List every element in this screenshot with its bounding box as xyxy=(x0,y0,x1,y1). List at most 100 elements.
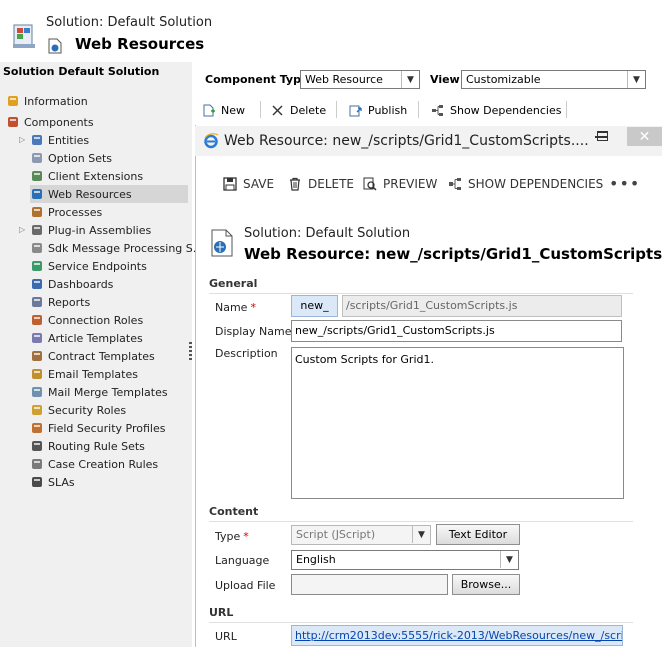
close-button[interactable]: ✕ xyxy=(627,127,662,146)
sidebar-item-option-sets[interactable]: Option Sets xyxy=(30,149,188,167)
name-label-text: Name xyxy=(215,301,248,314)
show-dependencies-button[interactable]: Show Dependencies xyxy=(431,102,561,118)
close-icon: ✕ xyxy=(638,128,651,145)
maximize-button[interactable] xyxy=(597,131,608,141)
sidebar-item-label: Connection Roles xyxy=(48,313,144,327)
sidebar-item-reports[interactable]: Reports xyxy=(30,293,188,311)
web-resource-icon xyxy=(210,228,234,258)
name-field-label: Name * xyxy=(215,301,256,314)
sidebar-item-sdk-message-processing-s[interactable]: Sdk Message Processing S... xyxy=(30,239,203,257)
splitter-handle[interactable] xyxy=(189,342,192,362)
sidebar-item-label: Email Templates xyxy=(48,367,138,381)
information-icon xyxy=(6,94,20,108)
client-extensions-icon xyxy=(30,169,44,183)
connection-roles-icon xyxy=(30,313,44,327)
dependencies-icon xyxy=(431,104,444,117)
sidebar-item-processes[interactable]: Processes xyxy=(30,203,188,221)
sidebar-item-label: Article Templates xyxy=(48,331,143,345)
name-prefix-field[interactable]: new_ xyxy=(291,295,338,317)
name-field: /scripts/Grid1_CustomScripts.js xyxy=(342,295,622,317)
field-security-icon xyxy=(30,421,44,435)
upload-file-field[interactable] xyxy=(291,574,448,595)
web-resource-icon xyxy=(48,38,62,54)
sidebar-item-connection-roles[interactable]: Connection Roles xyxy=(30,311,188,329)
dialog-show-dependencies-button[interactable]: SHOW DEPENDENCIES xyxy=(448,177,603,191)
sidebar-item-label: Entities xyxy=(48,133,90,147)
upload-file-label: Upload File xyxy=(215,579,276,592)
sidebar-item-article-templates[interactable]: Article Templates xyxy=(30,329,188,347)
trash-icon xyxy=(288,177,302,191)
type-select: Script (JScript) ▼ xyxy=(291,525,431,545)
url-section-heading: URL xyxy=(209,606,649,623)
browse-button[interactable]: Browse... xyxy=(452,574,520,595)
sidebar-item-email-templates[interactable]: Email Templates xyxy=(30,365,188,383)
more-commands-button[interactable]: ••• xyxy=(609,174,640,193)
view-label: View xyxy=(430,73,460,86)
url-link[interactable]: http://crm2013dev:5555/rick-2013/WebReso… xyxy=(291,625,623,646)
delete-button[interactable]: Delete xyxy=(271,102,326,118)
sidebar-item-label: SLAs xyxy=(48,475,75,489)
sidebar-item-label: Client Extensions xyxy=(48,169,144,183)
email-templates-icon xyxy=(30,367,44,381)
sidebar-item-web-resources[interactable]: Web Resources xyxy=(30,185,188,203)
type-label-text: Type xyxy=(215,530,241,543)
sidebar-item-dashboards[interactable]: Dashboards xyxy=(30,275,188,293)
mail-merge-icon xyxy=(30,385,44,399)
description-label: Description xyxy=(215,347,278,360)
sidebar-item-mail-merge-templates[interactable]: Mail Merge Templates xyxy=(30,383,188,401)
dialog-title: Web Resource: new_/scripts/Grid1_CustomS… xyxy=(224,133,589,149)
new-document-icon xyxy=(202,104,215,117)
type-value: Script (JScript) xyxy=(296,528,376,541)
sidebar-item-information[interactable]: Information xyxy=(6,92,188,110)
sidebar-item-contract-templates[interactable]: Contract Templates xyxy=(30,347,188,365)
form-subtitle: Solution: Default Solution xyxy=(244,226,411,241)
sidebar-item-routing-rule-sets[interactable]: Routing Rule Sets xyxy=(30,437,188,455)
components-icon xyxy=(6,115,20,129)
chevron-down-icon: ▼ xyxy=(401,71,419,88)
sidebar-item-label: Processes xyxy=(48,205,103,219)
delete-record-label: DELETE xyxy=(308,177,355,191)
sidebar-item-case-creation-rules[interactable]: Case Creation Rules xyxy=(30,455,188,473)
sla-icon xyxy=(30,475,44,489)
general-section-heading: General xyxy=(209,277,649,294)
new-button[interactable]: New xyxy=(202,102,245,118)
sidebar-item-entities[interactable]: Entities xyxy=(30,131,188,149)
sidebar-item-service-endpoints[interactable]: Service Endpoints xyxy=(30,257,188,275)
description-field[interactable]: Custom Scripts for Grid1. xyxy=(291,347,624,499)
view-value: Customizable xyxy=(466,73,541,86)
sidebar-item-client-extensions[interactable]: Client Extensions xyxy=(30,167,188,185)
sidebar-item-label: Case Creation Rules xyxy=(48,457,159,471)
delete-record-button[interactable]: DELETE xyxy=(288,177,354,191)
sidebar-item-components[interactable]: Components xyxy=(6,113,188,131)
reports-icon xyxy=(30,295,44,309)
type-field-label: Type * xyxy=(215,530,249,543)
sidebar-item-label: Security Roles xyxy=(48,403,127,417)
sidebar-item-label: Sdk Message Processing S... xyxy=(48,241,204,255)
sidebar-item-label: Mail Merge Templates xyxy=(48,385,168,399)
sidebar-item-slas[interactable]: SLAs xyxy=(30,473,188,491)
sidebar-item-security-roles[interactable]: Security Roles xyxy=(30,401,188,419)
plugin-assemblies-icon xyxy=(30,223,44,237)
view-select[interactable]: Customizable ▼ xyxy=(461,70,646,89)
chevron-down-icon: ▼ xyxy=(412,526,430,543)
text-editor-button[interactable]: Text Editor xyxy=(436,524,520,545)
dialog-show-dependencies-label: SHOW DEPENDENCIES xyxy=(468,177,604,191)
preview-button[interactable]: PREVIEW xyxy=(363,177,437,191)
sidebar-item-plug-in-assemblies[interactable]: Plug-in Assemblies xyxy=(30,221,188,239)
display-name-field[interactable]: new_/scripts/Grid1_CustomScripts.js xyxy=(291,320,622,342)
sidebar-item-label: Field Security Profiles xyxy=(48,421,166,435)
component-type-select[interactable]: Web Resource ▼ xyxy=(300,70,420,89)
save-button[interactable]: SAVE xyxy=(223,177,274,191)
required-marker: * xyxy=(243,530,249,543)
language-label: Language xyxy=(215,554,270,567)
sidebar-item-field-security-profiles[interactable]: Field Security Profiles xyxy=(30,419,188,437)
dependencies-icon xyxy=(448,177,462,191)
language-select[interactable]: English ▼ xyxy=(291,550,519,570)
web-resources-icon xyxy=(30,187,44,201)
expand-triangle-icon[interactable]: ▷ xyxy=(19,135,25,144)
publish-button[interactable]: Publish xyxy=(349,102,407,118)
dashboards-icon xyxy=(30,277,44,291)
article-templates-icon xyxy=(30,331,44,345)
expand-triangle-icon[interactable]: ▷ xyxy=(19,225,25,234)
service-endpoints-icon xyxy=(30,259,44,273)
